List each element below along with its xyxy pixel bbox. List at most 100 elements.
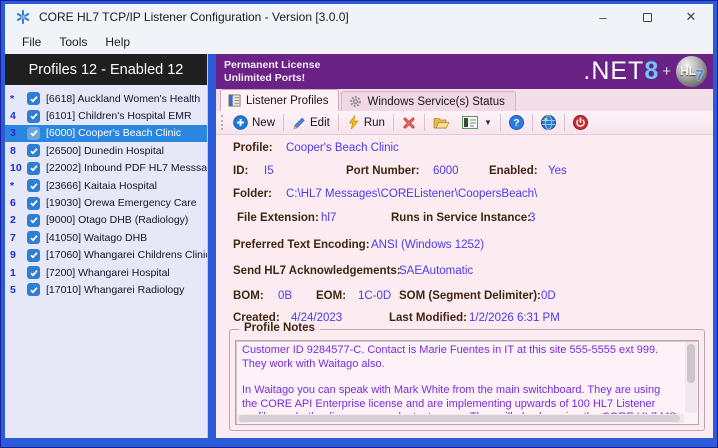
maximize-icon [643, 13, 652, 22]
help-button[interactable]: ? [503, 113, 530, 132]
delete-x-icon [402, 116, 416, 130]
folder-label: Folder: [233, 188, 272, 200]
dotnet-logo: .NET [583, 57, 644, 86]
title-bar: CORE HL7 TCP/IP Listener Configuration -… [5, 4, 713, 30]
enabled-checkbox[interactable] [27, 231, 40, 244]
edit-button[interactable]: Edit [286, 114, 336, 132]
list-item[interactable]: 5 [17010] Whangarei Radiology [5, 281, 207, 298]
list-item[interactable]: 1 [7200] Whangarei Hospital [5, 264, 207, 281]
plus-sign: + [662, 63, 671, 80]
encoding-value: ANSI (Windows 1252) [371, 239, 484, 251]
maximize-button[interactable] [625, 4, 669, 30]
profile-label: [26500] Dunedin Hospital [46, 145, 164, 157]
list-item[interactable]: 7 [41050] Waitago DHB [5, 229, 207, 246]
delete-button[interactable] [396, 114, 422, 132]
dotnet-version: 8 [644, 57, 658, 86]
web-button[interactable] [535, 113, 562, 132]
menu-tools[interactable]: Tools [50, 32, 96, 52]
tab-listener-profiles[interactable]: Listener Profiles [220, 89, 339, 111]
enabled-checkbox[interactable] [27, 283, 40, 296]
help-icon: ? [509, 115, 524, 130]
open-folder-button[interactable] [427, 114, 456, 132]
service-instance-label: Runs in Service Instance: [391, 212, 531, 224]
hl7-logo: HL 7 [676, 56, 707, 87]
som-label: SOM (Segment Delimiter): [399, 290, 541, 302]
menu-help[interactable]: Help [96, 32, 139, 52]
menu-bar: File Tools Help [5, 30, 713, 54]
run-button[interactable]: Run [341, 113, 391, 132]
profile-label: [9000] Otago DHB (Radiology) [46, 214, 188, 226]
separator [393, 114, 394, 131]
add-icon [233, 115, 248, 130]
toolbar-grip[interactable] [221, 115, 223, 130]
eom-label: EOM: [316, 290, 346, 302]
profiles-header: Profiles 12 - Enabled 12 [5, 54, 207, 85]
close-button[interactable]: ✕ [669, 4, 713, 30]
profile-value: Cooper's Beach Clinic [286, 142, 399, 154]
exit-button[interactable] [567, 113, 594, 132]
new-button[interactable]: New [227, 113, 281, 132]
horizontal-scrollbar[interactable] [237, 414, 684, 423]
profile-label: [41050] Waitago DHB [46, 232, 147, 244]
extension-value: hl7 [321, 212, 336, 224]
enabled-checkbox[interactable] [27, 110, 40, 123]
window-title: CORE HL7 TCP/IP Listener Configuration -… [39, 10, 349, 24]
profile-label: [7200] Whangarei Hospital [46, 267, 170, 279]
port-value: 6000 [433, 165, 459, 177]
encoding-label: Preferred Text Encoding: [233, 239, 370, 251]
modified-value: 1/2/2026 6:31 PM [469, 312, 560, 324]
scrollbar-thumb[interactable] [687, 344, 695, 383]
enabled-checkbox[interactable] [27, 144, 40, 157]
profile-label: [6101] Children's Hospital EMR [46, 110, 192, 122]
enabled-checkbox[interactable] [27, 179, 40, 192]
instance-number: 1 [10, 267, 27, 279]
instance-number: 7 [10, 232, 27, 244]
license-line1: Permanent License [224, 59, 320, 72]
list-item[interactable]: 2 [9000] Otago DHB (Radiology) [5, 212, 207, 229]
enabled-checkbox[interactable] [27, 197, 40, 210]
enabled-checkbox[interactable] [27, 127, 40, 140]
instance-number: 10 [10, 162, 27, 174]
ack-label: Send HL7 Acknowledgements: [233, 265, 401, 277]
minimize-button[interactable]: – [581, 4, 625, 30]
port-label: Port Number: [346, 165, 419, 177]
enabled-value: Yes [548, 165, 567, 177]
instance-number: 9 [10, 249, 27, 261]
list-item[interactable]: * [6618] Auckland Women's Health [5, 90, 207, 107]
license-line2: Unlimited Ports! [224, 72, 320, 85]
console-dropdown-button[interactable]: ▼ [456, 114, 498, 131]
vertical-scrollbar[interactable] [685, 342, 697, 413]
tab-strip: Listener Profiles Windows Service(s) Sta… [216, 89, 713, 111]
enabled-checkbox[interactable] [27, 162, 40, 175]
list-item[interactable]: 4 [6101] Children's Hospital EMR [5, 107, 207, 124]
profile-notes-textbox[interactable]: Customer ID 9284577-C. Contact is Marie … [235, 340, 699, 425]
list-item[interactable]: 10 [22002] Inbound PDF HL7 Messsages [5, 160, 207, 177]
notes-paragraph: Customer ID 9284577-C. Contact is Marie … [242, 344, 678, 371]
list-item[interactable]: 9 [17060] Whangarei Childrens Clinic [5, 247, 207, 264]
instance-number: * [10, 93, 27, 105]
enabled-checkbox[interactable] [27, 214, 40, 227]
profile-label: [23666] Kaitaia Hospital [46, 180, 157, 192]
console-window-icon [462, 116, 478, 129]
enabled-checkbox[interactable] [27, 92, 40, 105]
globe-icon [541, 115, 556, 130]
list-item[interactable]: 8 [26500] Dunedin Hospital [5, 142, 207, 159]
extension-label: File Extension: [237, 212, 319, 224]
power-icon [573, 115, 588, 130]
list-item[interactable]: * [23666] Kaitaia Hospital [5, 177, 207, 194]
enabled-label: Enabled: [489, 165, 538, 177]
tab-windows-services[interactable]: Windows Service(s) Status [341, 91, 515, 111]
profile-label: Profile: [233, 142, 273, 154]
som-value: 0D [541, 290, 556, 302]
enabled-checkbox[interactable] [27, 266, 40, 279]
scrollbar-thumb[interactable] [239, 415, 680, 422]
profile-label: [17010] Whangarei Radiology [46, 284, 184, 296]
profile-notes-groupbox: Profile Notes Customer ID 9284577-C. Con… [229, 329, 705, 431]
list-item-selected[interactable]: 3 [6000] Cooper's Beach Clinic [5, 125, 207, 142]
ack-value: SAEAutomatic [399, 265, 473, 277]
enabled-checkbox[interactable] [27, 249, 40, 262]
list-item[interactable]: 6 [19030] Orewa Emergency Care [5, 194, 207, 211]
menu-file[interactable]: File [13, 32, 50, 52]
instance-number: 5 [10, 284, 27, 296]
instance-number: * [10, 180, 27, 192]
